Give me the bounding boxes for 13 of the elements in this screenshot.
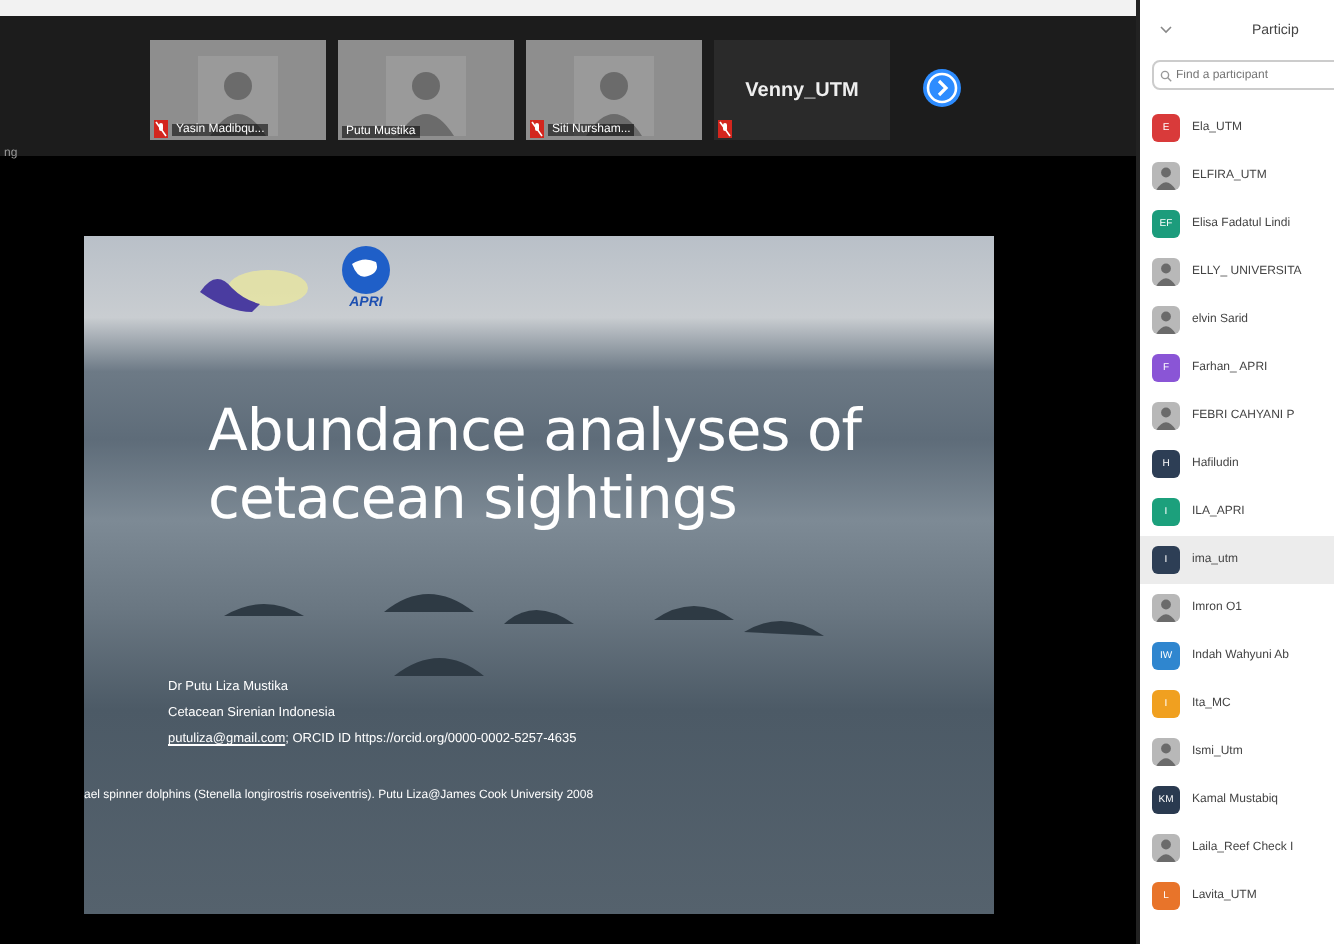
- globe-logo-icon: [340, 244, 392, 296]
- avatar-photo-icon: [1152, 834, 1180, 862]
- avatar-photo-icon: [1152, 402, 1180, 430]
- avatar-photo-icon: [1152, 162, 1180, 190]
- avatar-photo-icon: [1152, 258, 1180, 286]
- collapse-chevron-icon[interactable]: [1160, 26, 1172, 34]
- slide-title: Abundance analyses of cetacean sightings: [208, 396, 865, 532]
- avatar-photo-icon: [1152, 306, 1180, 334]
- next-page-icon[interactable]: [922, 68, 962, 108]
- participant-name: Venny_UTM: [745, 79, 859, 101]
- search-icon: [1160, 69, 1172, 81]
- avatar-photo-icon: [1152, 594, 1180, 622]
- avatar-photo-icon: [1152, 738, 1180, 766]
